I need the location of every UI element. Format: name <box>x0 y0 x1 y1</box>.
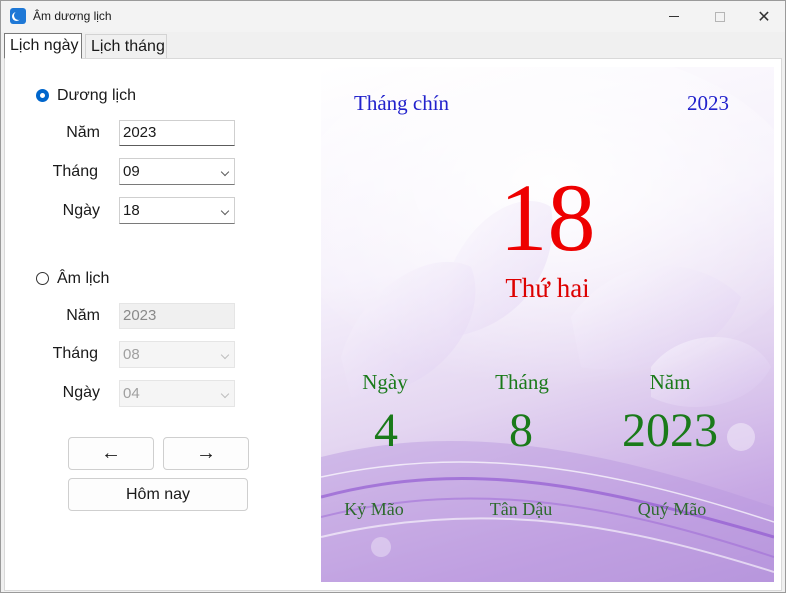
solar-radio[interactable] <box>36 89 49 102</box>
lunar-day-value: 04 <box>123 385 140 402</box>
app-window: Âm dương lịch ✕ Lịch ngày Lịch tháng Dươ… <box>0 0 786 593</box>
solar-day-value: 18 <box>123 202 140 219</box>
solar-month-select[interactable]: 09 <box>119 158 235 185</box>
solar-month-value: 09 <box>123 163 140 180</box>
lunar-year-number: 2023 <box>622 404 718 457</box>
lunar-day-canchi: Kỷ Mão <box>344 499 404 519</box>
lunar-year-canchi: Quý Mão <box>637 499 707 519</box>
chevron-down-icon <box>220 206 230 216</box>
close-icon: ✕ <box>757 8 771 26</box>
solar-year-input[interactable]: 2023 <box>119 120 235 146</box>
lunar-month-canchi: Tân Dậu <box>489 499 553 519</box>
previous-day-button[interactable]: ← <box>68 437 154 470</box>
calendar-year-text: 2023 <box>687 91 729 115</box>
lunar-day-select: 04 <box>119 380 235 407</box>
lunar-year-heading: Năm <box>649 370 691 394</box>
lunar-day-label: Ngày <box>62 384 100 401</box>
minimize-button[interactable] <box>651 1 697 32</box>
maximize-icon <box>715 11 725 22</box>
lunar-day-heading: Ngày <box>362 370 408 394</box>
chevron-down-icon <box>220 167 230 177</box>
lunar-month-heading: Tháng <box>495 370 549 394</box>
lunar-year-label: Năm <box>66 307 100 324</box>
lunar-radio[interactable] <box>36 272 49 285</box>
chevron-down-icon <box>220 389 230 399</box>
today-button[interactable]: Hôm nay <box>68 478 248 511</box>
title-bar: Âm dương lịch ✕ <box>1 1 785 32</box>
lunar-year-input: 2023 <box>119 303 235 329</box>
solar-day-select[interactable]: 18 <box>119 197 235 224</box>
solar-radio-label: Dương lịch <box>57 87 137 104</box>
lunar-month-select: 08 <box>119 341 235 368</box>
calendar-weekday: Thứ hai <box>505 273 590 303</box>
solar-day-label: Ngày <box>62 202 100 219</box>
lunar-radio-label: Âm lịch <box>57 270 110 287</box>
window-title: Âm dương lịch <box>33 9 112 23</box>
lunar-month-value: 08 <box>123 346 140 363</box>
next-day-button[interactable]: → <box>163 437 249 470</box>
crescent-moon-icon <box>10 8 26 24</box>
lunar-month-label: Tháng <box>52 345 98 362</box>
tab-monthly-calendar[interactable]: Lịch tháng <box>85 34 167 59</box>
calendar-month-text: Tháng chín <box>354 91 450 115</box>
calendar-display: Tháng chín 2023 18 Thứ hai Ngày Tháng Nă… <box>321 67 774 582</box>
close-button[interactable]: ✕ <box>741 1 786 32</box>
maximize-button[interactable] <box>697 1 743 32</box>
solar-year-label: Năm <box>66 124 100 141</box>
lunar-day-number: 4 <box>374 404 398 457</box>
solar-month-label: Tháng <box>52 163 98 180</box>
lunar-month-number: 8 <box>509 404 533 457</box>
chevron-down-icon <box>220 350 230 360</box>
minimize-icon <box>669 16 679 17</box>
calendar-day-number: 18 <box>499 164 596 271</box>
tab-daily-calendar[interactable]: Lịch ngày <box>4 33 82 59</box>
